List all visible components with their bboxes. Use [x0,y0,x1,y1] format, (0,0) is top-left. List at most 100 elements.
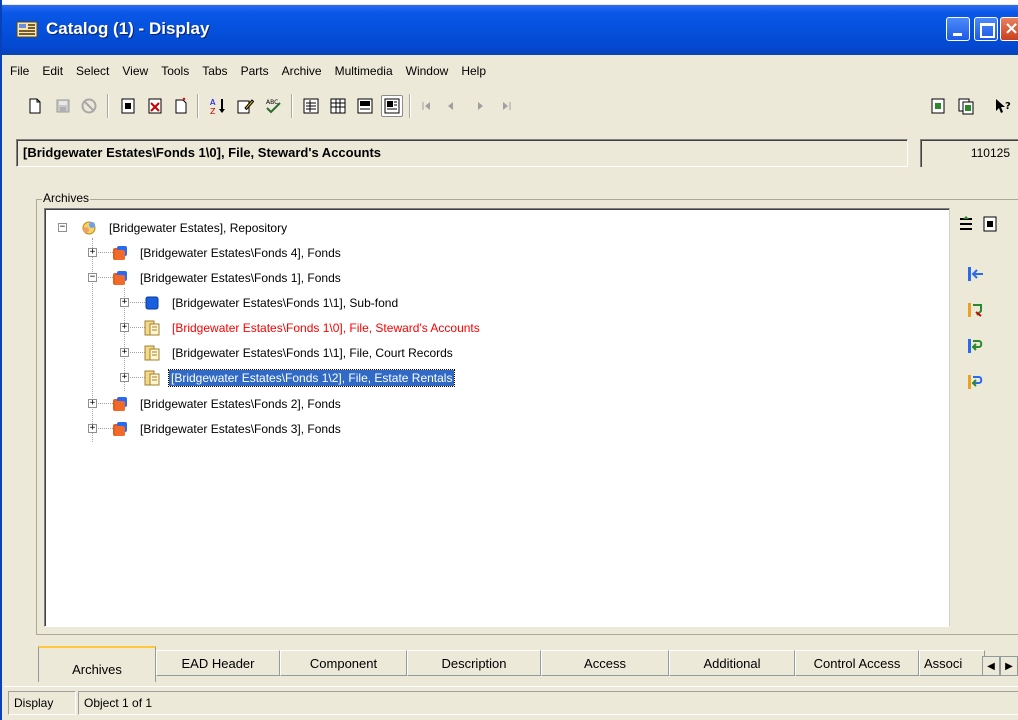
fonds-icon [113,422,127,436]
collapse-toggle[interactable]: − [88,273,97,282]
window-title: Catalog (1) - Display [46,19,210,38]
spellcheck-icon[interactable]: ABC [262,95,284,117]
tree-node-label: [Bridgewater Estates\Fonds 1\0], File, S… [172,321,480,335]
move-out-icon[interactable] [966,372,986,392]
file-icon [144,345,160,361]
fonds-icon [113,397,127,411]
tab-label: Access [584,655,626,671]
expand-toggle[interactable]: + [88,424,97,433]
sort-icon[interactable]: AZ [207,95,229,117]
tree-node-fonds-2[interactable]: + [Bridgewater Estates\Fonds 2], Fonds [45,394,645,414]
archives-tree[interactable]: − [Bridgewater Estates], Repository + [B… [44,208,950,627]
tree-node-fonds-1[interactable]: − [Bridgewater Estates\Fonds 1], Fonds [45,268,645,288]
tree-node-subfond[interactable]: + [Bridgewater Estates\Fonds 1\1], Sub-f… [45,293,745,313]
subfond-icon [145,296,159,310]
tree-node-label: [Bridgewater Estates\Fonds 3], Fonds [140,422,341,436]
close-icon: × [1004,18,1018,39]
expand-all-icon[interactable] [956,214,976,234]
expand-toggle[interactable]: + [120,298,129,307]
view-list-icon[interactable] [300,95,322,117]
tab-associ[interactable]: Associ [919,650,985,676]
expand-toggle[interactable]: + [120,373,129,382]
tab-description[interactable]: Description [407,650,541,676]
expand-toggle[interactable]: + [88,248,97,257]
tab-ead-header[interactable]: EAD Header [156,650,280,676]
collapse-toggle[interactable]: − [58,223,67,232]
status-object: Object 1 of 1 [78,691,1018,715]
tree-node-fonds-4[interactable]: + [Bridgewater Estates\Fonds 4], Fonds [45,243,645,263]
help-pointer-icon[interactable]: ? [992,95,1014,117]
tab-label: Archives [72,661,122,677]
view-form-icon[interactable] [354,95,376,117]
new-node-icon[interactable] [980,214,1000,234]
next-record-icon[interactable] [469,95,491,117]
tab-label: EAD Header [181,655,255,671]
view-page-icon[interactable] [381,95,403,117]
previous-record-icon[interactable] [440,95,462,117]
archives-group-label: Archives [42,191,91,205]
svg-text:?: ? [1005,101,1011,112]
tree-node-label: [Bridgewater Estates\Fonds 1\2], File, E… [167,369,456,387]
cancel-disabled-icon[interactable] [78,95,100,117]
title-bar[interactable]: Catalog (1) - Display × [2,5,1018,55]
edit-record-icon[interactable] [234,95,256,117]
tree-node-estate-rentals[interactable]: + [Bridgewater Estates\Fonds 1\2], File,… [45,368,745,388]
tab-additional[interactable]: Additional [669,650,795,676]
first-record-icon[interactable] [416,95,438,117]
fonds-icon [113,246,127,260]
tab-label: Associ [924,655,963,671]
file-icon [144,370,160,386]
tree-node-repository[interactable]: − [Bridgewater Estates], Repository [45,218,645,238]
menu-parts[interactable]: Parts [241,64,269,78]
move-edit-icon[interactable] [966,300,986,320]
menu-select[interactable]: Select [76,64,109,78]
tab-archives[interactable]: Archives [38,646,156,682]
tab-strip: Archives EAD Header Component Descriptio… [4,646,1018,682]
report-green-icon[interactable] [927,95,949,117]
menu-multimedia[interactable]: Multimedia [335,64,393,78]
last-record-icon[interactable] [495,95,517,117]
move-in-icon[interactable] [966,264,986,284]
move-down-icon[interactable] [966,336,986,356]
menu-help[interactable]: Help [461,64,486,78]
fonds-icon [113,271,127,285]
report-blue-icon[interactable] [955,95,977,117]
tab-scroll-left-button[interactable]: ◀ [982,656,1000,676]
new-blank-icon[interactable] [170,95,192,117]
tree-node-stewards-accounts[interactable]: + [Bridgewater Estates\Fonds 1\0], File,… [45,318,745,338]
menu-tabs[interactable]: Tabs [202,64,227,78]
view-table-icon[interactable] [327,95,349,117]
tab-access[interactable]: Access [541,650,669,676]
menu-tools[interactable]: Tools [161,64,189,78]
status-bar: Display Object 1 of 1 [4,686,1018,720]
copy-record-icon[interactable] [117,95,139,117]
tree-node-court-records[interactable]: + [Bridgewater Estates\Fonds 1\1], File,… [45,343,745,363]
minimize-button[interactable] [946,17,970,41]
delete-record-icon[interactable] [144,95,166,117]
menu-window[interactable]: Window [406,64,449,78]
menu-archive[interactable]: Archive [282,64,322,78]
record-id-field: 110125 [920,139,1018,167]
tree-node-fonds-3[interactable]: + [Bridgewater Estates\Fonds 3], Fonds [45,419,645,439]
record-title-field: [Bridgewater Estates\Fonds 1\0], File, S… [16,139,908,167]
close-button[interactable]: × [1000,17,1018,41]
menu-file[interactable]: File [10,64,29,78]
tab-label: Additional [703,655,761,671]
expand-toggle[interactable]: + [120,348,129,357]
save-icon[interactable] [52,95,74,117]
toolbar: AZ ABC ? [4,88,1018,124]
svg-text:A: A [210,98,216,107]
catalog-app-icon [16,21,38,38]
expand-toggle[interactable]: + [120,323,129,332]
expand-toggle[interactable]: + [88,399,97,408]
menu-view[interactable]: View [122,64,148,78]
tab-scroll-right-button[interactable]: ▶ [1000,656,1018,676]
menu-bar: File Edit Select View Tools Tabs Parts A… [4,56,1018,86]
new-record-icon[interactable] [24,95,46,117]
tree-node-label: [Bridgewater Estates\Fonds 4], Fonds [140,246,341,260]
tab-component[interactable]: Component [280,650,407,676]
tab-control-access[interactable]: Control Access [795,650,919,676]
tab-label: Description [441,655,507,671]
menu-edit[interactable]: Edit [42,64,63,78]
maximize-button[interactable] [974,17,998,41]
